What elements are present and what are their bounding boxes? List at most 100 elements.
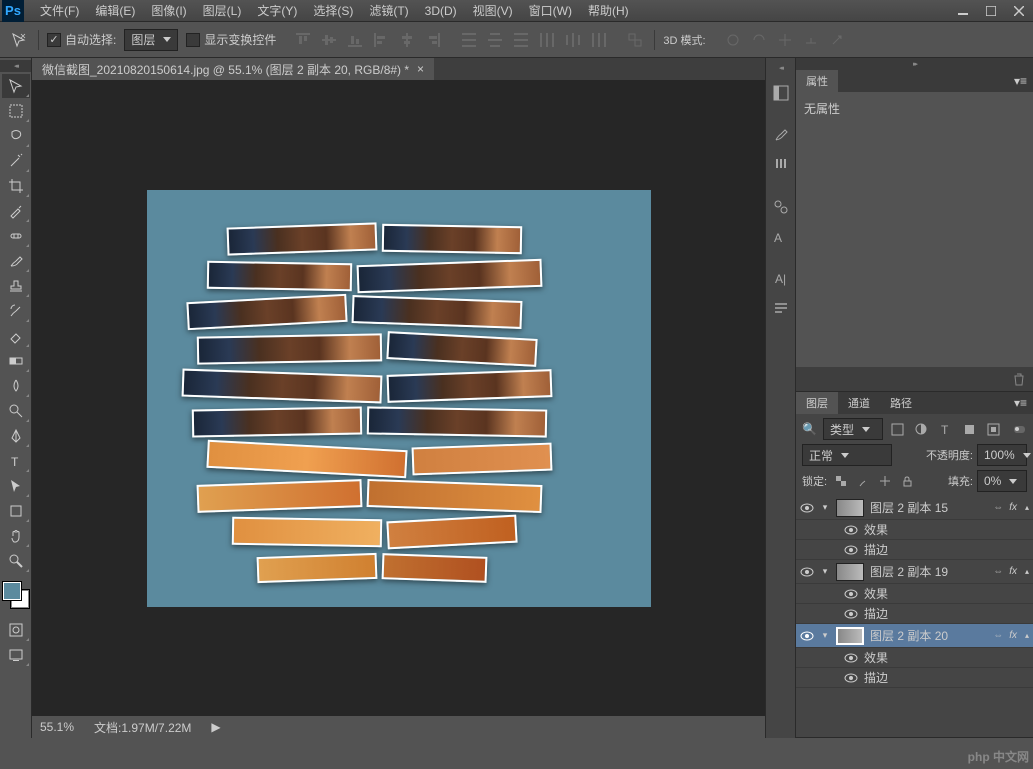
dodge-tool[interactable]: [2, 399, 30, 423]
move-tool-icon[interactable]: [8, 29, 30, 51]
brush-presets-icon[interactable]: [767, 151, 795, 179]
fx-badge[interactable]: fx: [1009, 630, 1017, 641]
tab-properties[interactable]: 属性: [796, 70, 838, 92]
filter-shape-icon[interactable]: [961, 421, 977, 437]
menu-layer[interactable]: 图层(L): [195, 0, 250, 21]
maximize-button[interactable]: [977, 0, 1005, 21]
visibility-icon[interactable]: [800, 629, 814, 643]
dock-collapse[interactable]: [766, 62, 795, 74]
lasso-tool[interactable]: [2, 124, 30, 148]
menu-window[interactable]: 窗口(W): [521, 0, 580, 21]
tab-channels[interactable]: 通道: [838, 392, 880, 414]
visibility-icon[interactable]: [800, 565, 814, 579]
hand-tool[interactable]: [2, 524, 30, 548]
crop-tool[interactable]: [2, 174, 30, 198]
layer-item[interactable]: ▾ 图层 2 副本 15 ⇔ fx ▴: [796, 496, 1033, 520]
tab-paths[interactable]: 路径: [880, 392, 922, 414]
zoom-level[interactable]: 55.1%: [40, 720, 74, 734]
character-panel-icon[interactable]: A: [767, 223, 795, 251]
layer-item[interactable]: ▾ 图层 2 副本 19 ⇔ fx ▴: [796, 560, 1033, 584]
menu-type[interactable]: 文字(Y): [249, 0, 305, 21]
layer-thumbnail[interactable]: [836, 627, 864, 645]
lock-position-icon[interactable]: [877, 473, 893, 489]
minimize-button[interactable]: [949, 0, 977, 21]
layer-thumbnail[interactable]: [836, 499, 864, 517]
lock-transparency-icon[interactable]: [833, 473, 849, 489]
layer-thumbnail[interactable]: [836, 563, 864, 581]
lock-pixels-icon[interactable]: [855, 473, 871, 489]
menu-image[interactable]: 图像(I): [143, 0, 194, 21]
canvas[interactable]: [147, 190, 651, 607]
fx-expand-icon[interactable]: ▴: [1025, 503, 1029, 512]
blur-tool[interactable]: [2, 374, 30, 398]
visibility-icon[interactable]: [844, 607, 858, 621]
healing-tool[interactable]: [2, 224, 30, 248]
search-icon[interactable]: 🔍: [802, 422, 817, 436]
marquee-tool[interactable]: [2, 99, 30, 123]
blend-mode-dropdown[interactable]: 正常: [802, 444, 892, 466]
eraser-tool[interactable]: [2, 324, 30, 348]
visibility-icon[interactable]: [800, 501, 814, 515]
fx-badge[interactable]: fx: [1009, 502, 1017, 513]
eyedropper-tool[interactable]: [2, 199, 30, 223]
filter-adjust-icon[interactable]: [913, 421, 929, 437]
visibility-icon[interactable]: [844, 671, 858, 685]
fx-expand-icon[interactable]: ▴: [1025, 631, 1029, 640]
visibility-icon[interactable]: [844, 543, 858, 557]
toolbox-collapse[interactable]: [0, 60, 31, 72]
show-transform-checkbox[interactable]: [186, 33, 200, 47]
wand-tool[interactable]: [2, 149, 30, 173]
menu-filter[interactable]: 滤镜(T): [361, 0, 416, 21]
fill-input[interactable]: 0%: [977, 470, 1027, 492]
paragraph-panel-icon[interactable]: A|: [767, 265, 795, 293]
screenmode-tool[interactable]: [2, 643, 30, 667]
shape-tool[interactable]: [2, 499, 30, 523]
quickmask-tool[interactable]: [2, 618, 30, 642]
menu-view[interactable]: 视图(V): [465, 0, 521, 21]
layer-effect-stroke[interactable]: 描边: [796, 540, 1033, 560]
close-button[interactable]: [1005, 0, 1033, 21]
auto-select-dropdown[interactable]: 图层: [124, 29, 178, 51]
status-arrow-icon[interactable]: ▶: [211, 720, 220, 734]
menu-file[interactable]: 文件(F): [32, 0, 87, 21]
filter-toggle[interactable]: [1011, 421, 1027, 437]
auto-select-checkbox[interactable]: [47, 33, 61, 47]
expand-icon[interactable]: ▾: [820, 502, 830, 513]
layer-effects[interactable]: 效果: [796, 584, 1033, 604]
layer-name[interactable]: 图层 2 副本 15: [870, 499, 987, 516]
layer-effect-stroke[interactable]: 描边: [796, 668, 1033, 688]
close-icon[interactable]: ×: [417, 62, 424, 76]
visibility-icon[interactable]: [844, 523, 858, 537]
fx-expand-icon[interactable]: ▴: [1025, 567, 1029, 576]
history-panel-icon[interactable]: [767, 79, 795, 107]
layer-name[interactable]: 图层 2 副本 20: [870, 627, 987, 644]
panel-menu-icon[interactable]: ▾≡: [1008, 70, 1033, 92]
color-swatches[interactable]: [3, 582, 29, 608]
brush-panel-icon[interactable]: [767, 121, 795, 149]
filter-smart-icon[interactable]: [985, 421, 1001, 437]
menu-help[interactable]: 帮助(H): [580, 0, 637, 21]
pen-tool[interactable]: [2, 424, 30, 448]
foreground-color[interactable]: [3, 582, 21, 600]
lock-all-icon[interactable]: [899, 473, 915, 489]
layer-name[interactable]: 图层 2 副本 19: [870, 563, 987, 580]
visibility-icon[interactable]: [844, 587, 858, 601]
tab-layers[interactable]: 图层: [796, 392, 838, 414]
history-brush-tool[interactable]: [2, 299, 30, 323]
type-tool[interactable]: T: [2, 449, 30, 473]
document-tab[interactable]: 微信截图_20210820150614.jpg @ 55.1% (图层 2 副本…: [32, 58, 434, 80]
zoom-tool[interactable]: [2, 549, 30, 573]
paragraph-styles-icon[interactable]: [767, 295, 795, 323]
path-select-tool[interactable]: [2, 474, 30, 498]
canvas-area[interactable]: [32, 80, 765, 716]
stamp-tool[interactable]: [2, 274, 30, 298]
move-tool[interactable]: [2, 74, 30, 98]
fx-badge[interactable]: fx: [1009, 566, 1017, 577]
expand-icon[interactable]: ▾: [820, 630, 830, 641]
menu-3d[interactable]: 3D(D): [417, 0, 465, 21]
expand-icon[interactable]: ▾: [820, 566, 830, 577]
gradient-tool[interactable]: [2, 349, 30, 373]
filter-type-icon[interactable]: T: [937, 421, 953, 437]
layer-effects[interactable]: 效果: [796, 648, 1033, 668]
visibility-icon[interactable]: [844, 651, 858, 665]
